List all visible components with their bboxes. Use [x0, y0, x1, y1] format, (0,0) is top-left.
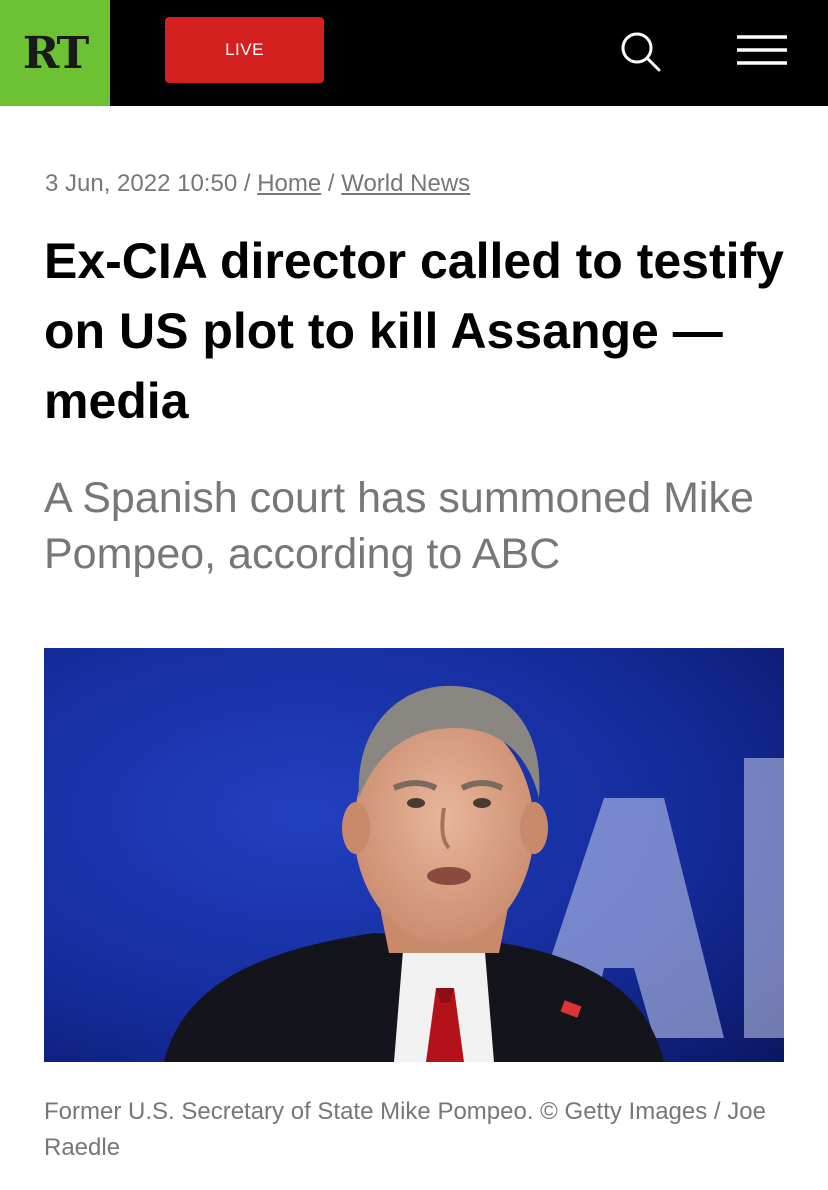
breadcrumb-separator: / — [243, 170, 251, 197]
breadcrumb-world-news-link[interactable]: World News — [341, 170, 470, 197]
top-nav-bar: RT LIVE — [0, 0, 828, 106]
article-meta: 3 Jun, 2022 10:50 / Home / World News — [45, 170, 470, 198]
article-subheadline: A Spanish court has summoned Mike Pompeo… — [44, 474, 754, 578]
article-photo[interactable] — [44, 648, 784, 1062]
live-button[interactable]: LIVE — [165, 17, 324, 83]
logo-text: RT — [22, 27, 90, 79]
search-icon — [621, 32, 661, 72]
search-button[interactable] — [614, 26, 668, 80]
breadcrumb-separator: / — [327, 170, 335, 197]
photo-illustration — [44, 648, 784, 1062]
article-headline: Ex-CIA director called to testify on US … — [44, 233, 784, 429]
publish-date: 3 Jun, 2022 10:50 — [45, 170, 238, 197]
menu-button[interactable] — [734, 26, 790, 76]
rt-logo[interactable]: RT — [0, 0, 110, 106]
hamburger-menu-icon — [737, 35, 787, 65]
photo-caption: Former U.S. Secretary of State Mike Pomp… — [44, 1098, 766, 1161]
breadcrumb-home-link[interactable]: Home — [257, 170, 321, 197]
